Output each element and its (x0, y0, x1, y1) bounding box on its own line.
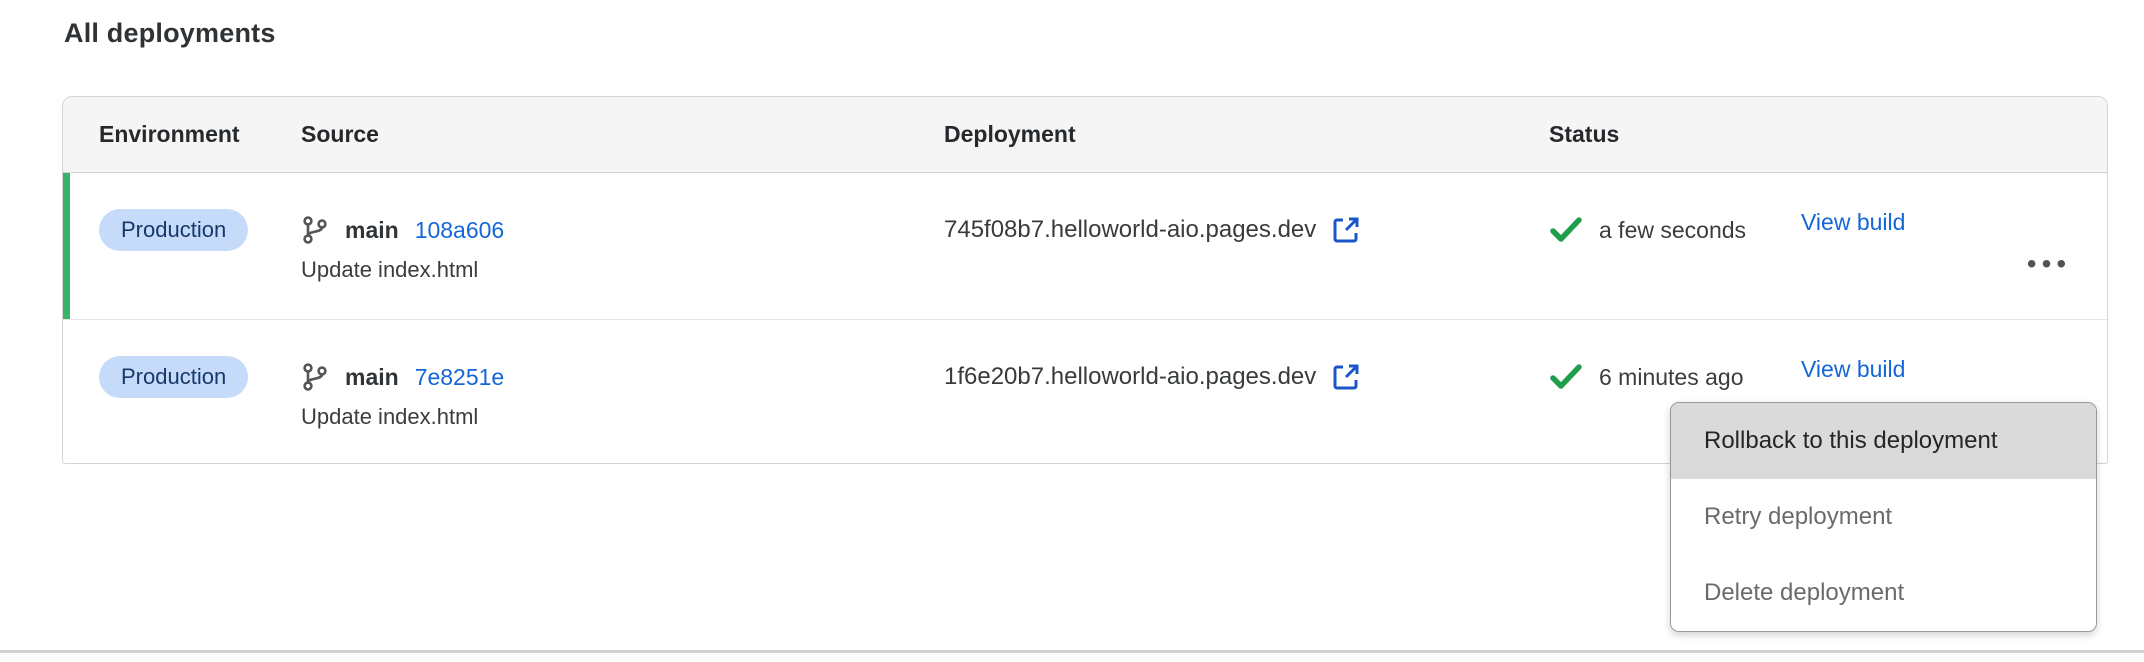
commit-link[interactable]: 7e8251e (415, 364, 505, 391)
section-divider (0, 650, 2144, 662)
commit-message: Update index.html (301, 257, 944, 283)
deployment-actions-menu: Rollback to this deployment Retry deploy… (1670, 402, 2097, 632)
column-header-environment: Environment (63, 121, 301, 148)
deployments-page: All deployments Environment Source Deplo… (0, 0, 2144, 662)
deployment-url: 1f6e20b7.helloworld-aio.pages.dev (944, 363, 1316, 391)
success-check-icon (1549, 216, 1583, 244)
menu-item-retry[interactable]: Retry deployment (1671, 479, 2096, 555)
page-title: All deployments (64, 18, 276, 49)
deployment-row-1: Production main 108a606 Update index.htm… (63, 173, 2107, 319)
external-link-icon[interactable] (1330, 361, 1362, 393)
environment-badge: Production (99, 209, 248, 251)
menu-item-rollback[interactable]: Rollback to this deployment (1671, 403, 2096, 479)
deployment-actions-menu-button[interactable]: ••• (2019, 209, 2079, 319)
branch-name: main (345, 364, 399, 391)
column-header-source: Source (301, 121, 944, 148)
commit-link[interactable]: 108a606 (415, 217, 505, 244)
success-check-icon (1549, 363, 1583, 391)
status-time: 6 minutes ago (1599, 364, 1743, 391)
menu-item-delete[interactable]: Delete deployment (1671, 555, 2096, 631)
git-branch-icon (301, 215, 329, 245)
status-time: a few seconds (1599, 217, 1746, 244)
column-header-deployment: Deployment (944, 121, 1549, 148)
column-header-status: Status (1549, 121, 1801, 148)
external-link-icon[interactable] (1330, 214, 1362, 246)
view-build-link[interactable]: View build (1801, 209, 1905, 235)
branch-name: main (345, 217, 399, 244)
table-header-row: Environment Source Deployment Status (63, 97, 2107, 173)
commit-message: Update index.html (301, 404, 944, 430)
deployment-url: 745f08b7.helloworld-aio.pages.dev (944, 216, 1316, 244)
active-deployment-indicator (63, 173, 70, 319)
view-build-link[interactable]: View build (1801, 356, 1905, 382)
git-branch-icon (301, 362, 329, 392)
environment-badge: Production (99, 356, 248, 398)
